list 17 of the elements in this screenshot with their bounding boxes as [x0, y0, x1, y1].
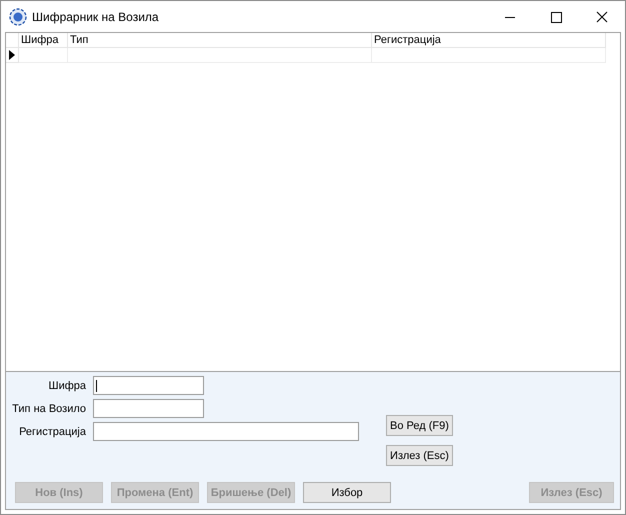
field-label: Регистрација	[18, 426, 86, 438]
window-title: Шифрарник на Возила	[32, 10, 159, 24]
field-label: Шифра	[47, 380, 86, 392]
table-cell[interactable]	[372, 48, 606, 63]
input-field[interactable]	[93, 399, 204, 418]
button[interactable]: Во Ред (F9)	[386, 415, 453, 436]
table-cell[interactable]	[68, 48, 372, 63]
table-cell[interactable]	[19, 48, 68, 63]
input-field[interactable]	[93, 376, 204, 395]
column-header[interactable]: Регистрација	[372, 33, 606, 48]
field-label: Тип на Возило	[11, 402, 86, 414]
column-header[interactable]: Тип	[68, 33, 372, 48]
button[interactable]: Излез (Esc)	[386, 445, 453, 466]
button[interactable]: Избор	[303, 482, 391, 503]
app-icon	[9, 8, 27, 26]
column-header[interactable]: Шифра	[19, 33, 68, 48]
input-field[interactable]	[93, 422, 359, 441]
